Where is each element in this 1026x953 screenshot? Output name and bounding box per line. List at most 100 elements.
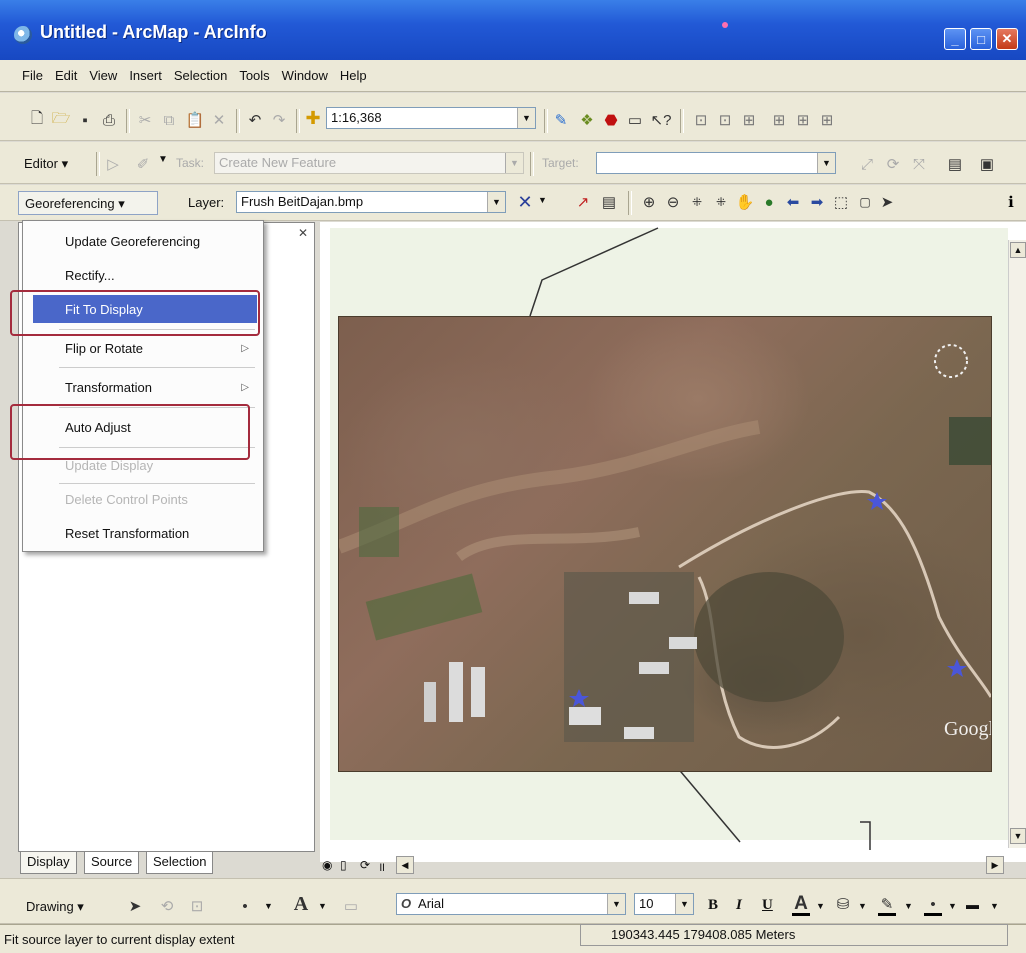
font-size-combo[interactable]: 10 ▼ (634, 893, 694, 915)
arccatalog-icon[interactable]: ⬣ (602, 111, 620, 129)
fixed-zoom-in-icon[interactable]: ⁜ (688, 193, 706, 211)
layer-combo[interactable]: Frush BeitDajan.bmp ▼ (236, 191, 506, 213)
task-combo[interactable]: Create New Feature ▼ (214, 152, 524, 174)
print-icon[interactable]: ⎙ (100, 111, 118, 129)
split-tool-icon[interactable]: ⤢ (858, 155, 876, 173)
italic-button[interactable]: I (736, 897, 742, 914)
pan-hand-icon[interactable]: ✋ (736, 193, 755, 211)
text-dropdown[interactable]: ▼ (318, 901, 327, 911)
font-color-icon[interactable]: A (792, 893, 810, 916)
open-folder-icon[interactable]: 🗁 (52, 110, 71, 129)
control-points-dropdown[interactable]: ▼ (538, 195, 547, 205)
menu-window[interactable]: Window (282, 68, 328, 83)
zoom-in-icon[interactable]: ⊕ (640, 193, 658, 211)
chevron-down-icon[interactable]: ▼ (607, 894, 625, 914)
close-panel-icon[interactable]: ✕ (298, 226, 308, 240)
undo-icon[interactable]: ↶ (246, 111, 264, 129)
georeferencing-menu-button[interactable]: Georeferencing ▾ (18, 191, 158, 215)
cut-icon[interactable]: ✂ (136, 111, 154, 129)
font-color-dropdown[interactable]: ▼ (816, 901, 825, 911)
refresh-icon[interactable]: ⟳ (360, 858, 370, 872)
attributes-tool-icon[interactable]: ⤧ (910, 155, 928, 173)
sketch-dropdown[interactable]: ▼ (158, 154, 168, 165)
scroll-up-icon[interactable]: ▲ (1010, 242, 1026, 258)
delete-icon[interactable]: ✕ (210, 111, 228, 129)
draw-rectangle-icon[interactable]: ▭ (342, 897, 360, 915)
menu-insert[interactable]: Insert (129, 68, 162, 83)
edit-arrow-icon[interactable]: ▷ (104, 155, 122, 173)
rotate-tool-icon[interactable]: ⟳ (884, 155, 902, 173)
minimize-button[interactable]: _ (944, 28, 966, 50)
menu-rectify[interactable]: Rectify... (23, 261, 263, 289)
layout-tool-3-icon[interactable]: ⊞ (740, 111, 758, 129)
grid-tool-2-icon[interactable]: ⊞ (794, 111, 812, 129)
grid-tool-icon[interactable]: ⊞ (770, 111, 788, 129)
menu-reset-transformation[interactable]: Reset Transformation (23, 519, 263, 547)
close-button[interactable]: ✕ (996, 28, 1018, 50)
shadow-color-dropdown[interactable]: ▼ (990, 901, 999, 911)
tab-selection[interactable]: Selection (146, 852, 214, 874)
save-icon[interactable]: ▪ (76, 111, 94, 129)
grid-tool-3-icon[interactable]: ⊞ (818, 111, 836, 129)
chevron-down-icon[interactable]: ▼ (487, 192, 505, 212)
fill-color-dropdown[interactable]: ▼ (858, 901, 867, 911)
menu-view[interactable]: View (89, 68, 117, 83)
editor-toolbar-icon[interactable]: ✎ (552, 111, 570, 129)
clear-selection-icon[interactable]: ▢ (856, 193, 874, 211)
chevron-down-icon[interactable]: ▼ (675, 894, 693, 914)
tab-display[interactable]: Display (20, 852, 77, 874)
new-text-icon[interactable]: A (292, 893, 310, 915)
maximize-button[interactable]: □ (970, 28, 992, 50)
layout-tool-2-icon[interactable]: ⊡ (716, 111, 734, 129)
menu-transformation[interactable]: Transformation ▷ (23, 373, 263, 401)
chevron-down-icon[interactable]: ▼ (517, 108, 535, 128)
map-scale-combo[interactable]: 1:16,368 ▼ (326, 107, 536, 129)
copy-icon[interactable]: ⧉ (160, 111, 178, 129)
redo-icon[interactable]: ↷ (270, 111, 288, 129)
rotate-element-icon[interactable]: ⟲ (158, 897, 176, 915)
full-extent-globe-icon[interactable]: ● (760, 193, 778, 211)
fixed-zoom-out-icon[interactable]: ⁜ (712, 193, 730, 211)
point-dropdown[interactable]: ▼ (264, 901, 273, 911)
scroll-left-icon[interactable]: ◀ (396, 856, 414, 874)
marker-color-dropdown[interactable]: ▼ (948, 901, 957, 911)
drawing-menu-button[interactable]: Drawing ▾ (26, 899, 84, 915)
arctoolbox-icon[interactable]: ❖ (578, 111, 596, 129)
select-elements-arrow-icon[interactable]: ➤ (126, 897, 144, 915)
add-data-icon[interactable]: ✚ (304, 108, 322, 128)
tab-source[interactable]: Source (84, 852, 140, 874)
line-color-dropdown[interactable]: ▼ (904, 901, 913, 911)
menu-selection[interactable]: Selection (174, 68, 227, 83)
fill-color-icon[interactable]: ⛁ (834, 895, 852, 913)
sketch-pencil-icon[interactable]: ✐ (134, 155, 152, 173)
target-combo[interactable]: ▼ (596, 152, 836, 174)
shadow-color-icon[interactable]: ▬ (966, 897, 979, 912)
forward-extent-icon[interactable]: ➡ (808, 193, 826, 211)
menu-help[interactable]: Help (340, 68, 367, 83)
menu-file[interactable]: File (22, 68, 43, 83)
zoom-out-icon[interactable]: ⊖ (664, 193, 682, 211)
attributes-table-icon[interactable]: ▤ (946, 155, 964, 173)
line-color-icon[interactable]: ✎ (878, 895, 896, 916)
chevron-down-icon[interactable]: ▼ (505, 153, 523, 173)
marker-color-icon[interactable]: • (924, 895, 942, 916)
menu-update-georeferencing[interactable]: Update Georeferencing (23, 227, 263, 255)
bold-button[interactable]: B (708, 897, 718, 914)
command-line-icon[interactable]: ▭ (626, 111, 644, 129)
font-name-combo[interactable]: O Arial ▼ (396, 893, 626, 915)
sketch-properties-icon[interactable]: ▣ (978, 155, 996, 173)
map-vertical-scrollbar[interactable]: ▲ ▼ (1008, 240, 1026, 848)
layout-tool-icon[interactable]: ⊡ (692, 111, 710, 129)
new-document-icon[interactable]: 🗋 (28, 110, 46, 129)
new-point-icon[interactable]: • (236, 897, 254, 915)
menu-tools[interactable]: Tools (239, 68, 269, 83)
select-elements-icon[interactable]: ➤ (878, 193, 896, 211)
scroll-down-icon[interactable]: ▼ (1010, 828, 1026, 844)
layout-view-icon[interactable]: ▯ (340, 858, 347, 872)
underline-button[interactable]: U (762, 897, 773, 914)
pause-drawing-icon[interactable]: ॥ (378, 858, 385, 875)
link-tool-icon[interactable]: ↗ (574, 193, 592, 211)
chevron-down-icon[interactable]: ▼ (817, 153, 835, 173)
scroll-right-icon[interactable]: ▶ (986, 856, 1004, 874)
zoom-whole-page-icon[interactable]: ⊡ (188, 897, 206, 915)
